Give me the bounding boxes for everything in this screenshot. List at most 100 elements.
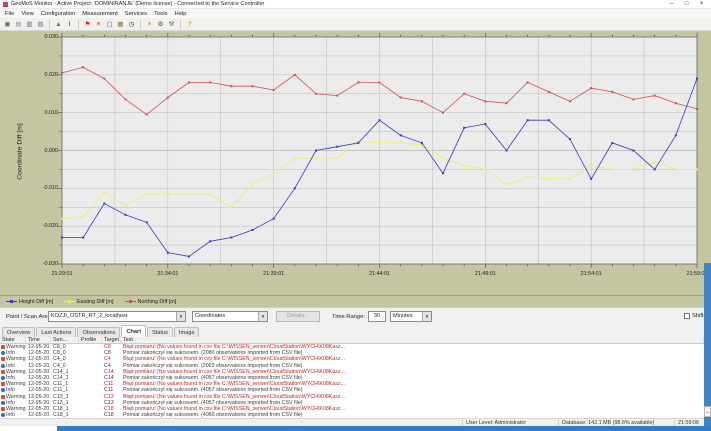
- data-point: [548, 91, 550, 93]
- data-point: [125, 204, 127, 206]
- y-tick-label: -0.010: [34, 185, 58, 191]
- toolbar-separator: [49, 20, 50, 29]
- legend-marker: [68, 300, 71, 303]
- data-point: [82, 216, 84, 218]
- point-select[interactable]: KOZJI_OSTR_RT_2_localhost ▼: [48, 311, 186, 322]
- data-point: [506, 184, 508, 186]
- flag-icon[interactable]: ⚑: [83, 20, 92, 29]
- tab-image[interactable]: Image: [174, 327, 200, 337]
- data-point: [421, 142, 423, 144]
- column-header-time[interactable]: Time: [26, 337, 51, 343]
- data-point: [654, 161, 656, 163]
- stop-measurement-icon[interactable]: I: [65, 20, 74, 29]
- legend-label: Northing Diff [m]: [138, 299, 177, 305]
- y-tick-label: 0.000: [34, 148, 58, 154]
- data-point: [188, 81, 190, 83]
- legend-label: Easting Diff [m]: [77, 299, 113, 305]
- info-icon: [1, 413, 5, 417]
- analysis-icon[interactable]: ✶: [145, 20, 154, 29]
- data-point: [400, 134, 402, 136]
- data-point: [421, 100, 423, 102]
- data-point: [294, 157, 296, 159]
- data-point: [230, 237, 232, 239]
- tools-icon[interactable]: ⚒: [167, 20, 176, 29]
- data-point: [379, 119, 381, 121]
- scroll-down-button[interactable]: ⌄: [704, 406, 711, 417]
- chart-plot-area[interactable]: [62, 37, 697, 264]
- column-header-sen[interactable]: Sen...: [51, 337, 79, 343]
- warning-icon: [1, 382, 5, 386]
- close-button[interactable]: ×: [694, 0, 709, 9]
- vertical-scrollbar[interactable]: [704, 263, 711, 426]
- tab-observations[interactable]: Observations: [77, 327, 120, 337]
- legend-swatch: [125, 301, 136, 302]
- tab-overview[interactable]: Overview: [2, 327, 35, 337]
- data-point: [61, 218, 63, 220]
- details-button[interactable]: Details...: [276, 311, 320, 322]
- data-point: [273, 89, 275, 91]
- data-point: [675, 134, 677, 136]
- maximize-button[interactable]: □: [679, 0, 694, 9]
- limits-icon[interactable]: ≡: [94, 20, 103, 29]
- data-point: [315, 157, 317, 159]
- legend-item-height: Height Diff [m]: [6, 299, 53, 305]
- chevron-down-icon[interactable]: ▼: [176, 312, 185, 321]
- y-tick-label: 0.010: [34, 110, 58, 116]
- monitor-icon[interactable]: ▢: [105, 20, 114, 29]
- copy-icon[interactable]: ▤: [14, 20, 23, 29]
- legend-swatch: [64, 301, 75, 302]
- data-point: [379, 142, 381, 144]
- menu-help[interactable]: Help: [175, 11, 187, 17]
- minimize-button[interactable]: –: [664, 0, 679, 9]
- data-point: [82, 66, 84, 68]
- tab-chart[interactable]: Chart: [121, 325, 146, 337]
- grid-view-icon[interactable]: ▦: [116, 20, 125, 29]
- window-icon[interactable]: ▣: [3, 20, 12, 29]
- legend-marker: [10, 300, 13, 303]
- time-unit-select[interactable]: Minutes ▼: [390, 311, 432, 322]
- info-icon: [1, 401, 5, 405]
- data-point: [61, 72, 63, 74]
- menu-configuration[interactable]: Configuration: [41, 11, 75, 17]
- toolbar-separator: [180, 20, 181, 29]
- print-preview-icon[interactable]: ▧: [36, 20, 45, 29]
- data-point: [146, 114, 148, 116]
- tab-last-actions[interactable]: Last Actions: [36, 327, 76, 337]
- taskbar-button[interactable]: [0, 426, 57, 431]
- shifting-checkbox[interactable]: [684, 313, 690, 319]
- column-header-target[interactable]: Target: [102, 337, 121, 343]
- data-point: [252, 229, 254, 231]
- y-tick-label: 0.030: [34, 34, 58, 40]
- data-point: [252, 184, 254, 186]
- column-header-profile[interactable]: Profile: [79, 337, 102, 343]
- data-point: [611, 91, 613, 93]
- gear-icon[interactable]: ⚙: [156, 20, 165, 29]
- tab-status[interactable]: Status: [147, 327, 173, 337]
- menu-tools[interactable]: Tools: [154, 11, 168, 17]
- menu-file[interactable]: File: [5, 11, 14, 17]
- chevron-down-icon[interactable]: ▼: [258, 312, 267, 321]
- help-icon[interactable]: ?: [185, 20, 194, 29]
- x-tick-label: 21:54:01: [571, 271, 611, 277]
- view-type-select[interactable]: Coordinates ▼: [192, 311, 268, 322]
- data-point: [675, 102, 677, 104]
- data-point: [294, 74, 296, 76]
- data-point: [146, 221, 148, 223]
- data-point: [506, 150, 508, 152]
- chevron-down-icon[interactable]: ▼: [422, 312, 431, 321]
- data-point: [696, 78, 698, 80]
- data-point: [633, 98, 635, 100]
- clock-icon[interactable]: ◷: [127, 20, 136, 29]
- start-measurement-icon[interactable]: ▲: [54, 20, 63, 29]
- menu-services[interactable]: Services: [125, 11, 147, 17]
- printer-icon[interactable]: ▥: [25, 20, 34, 29]
- data-point: [357, 81, 359, 83]
- data-point: [463, 165, 465, 167]
- column-header-text[interactable]: Text: [121, 337, 704, 343]
- time-range-input[interactable]: 30: [368, 311, 386, 322]
- column-header-state[interactable]: State: [0, 337, 26, 343]
- menu-measurement[interactable]: Measurement: [82, 11, 117, 17]
- data-point: [315, 93, 317, 95]
- menu-view[interactable]: View: [21, 11, 33, 17]
- data-point: [103, 78, 105, 80]
